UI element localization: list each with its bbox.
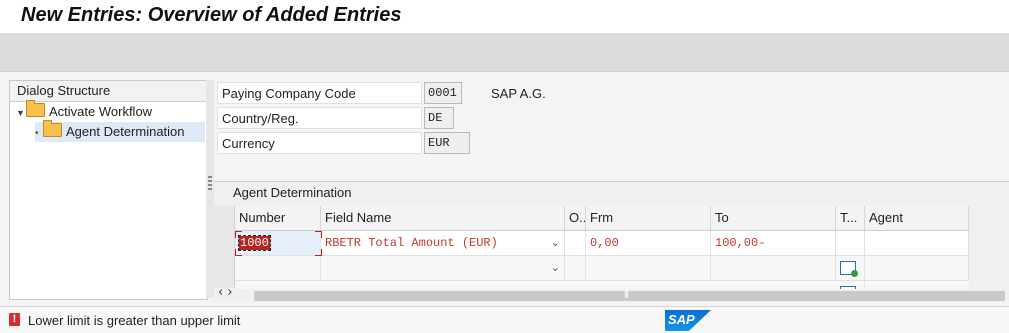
field-name-dropdown[interactable]: ⌄ bbox=[321, 256, 565, 280]
to-input[interactable]: 100,00- bbox=[711, 231, 836, 255]
folder-icon bbox=[26, 100, 45, 117]
company-name: SAP A.G. bbox=[491, 86, 546, 101]
sap-logo: SAP bbox=[665, 310, 711, 331]
column-header-operator[interactable]: O.. bbox=[565, 206, 586, 230]
table-row: 1000 RBETR Total Amount (EUR) ⌄ 0,00 100… bbox=[235, 231, 969, 256]
operator-cell[interactable] bbox=[565, 231, 586, 255]
country-region-field: DE bbox=[424, 107, 454, 129]
field-name-value: RBETR Total Amount (EUR) bbox=[325, 236, 498, 250]
row-selector-column[interactable] bbox=[214, 206, 235, 288]
currency-field: EUR bbox=[424, 132, 470, 154]
from-input[interactable] bbox=[586, 256, 711, 280]
table-header: Number Field Name O.. Frm To T... Agent bbox=[235, 206, 969, 231]
page-title: New Entries: Overview of Added Entries bbox=[21, 4, 402, 26]
scrollbar-grip-icon: ||| bbox=[624, 288, 629, 298]
to-input[interactable] bbox=[711, 256, 836, 280]
column-header-field-name[interactable]: Field Name bbox=[321, 206, 565, 230]
scrollbar-track[interactable]: ||| bbox=[254, 288, 1005, 301]
title-bar: New Entries: Overview of Added Entries bbox=[0, 0, 1009, 33]
error-icon: ! bbox=[9, 313, 20, 326]
open-folder-icon bbox=[43, 120, 62, 137]
agent-assignment-icon[interactable] bbox=[840, 260, 858, 277]
tree-item-label: Agent Determination bbox=[66, 124, 185, 139]
column-header-from[interactable]: Frm bbox=[586, 206, 711, 230]
paying-company-code-label: Paying Company Code bbox=[217, 82, 422, 104]
application-toolbar bbox=[0, 33, 1009, 72]
chevron-down-icon[interactable]: ⌄ bbox=[551, 256, 560, 280]
splitter-grip-icon bbox=[208, 188, 212, 190]
field-name-dropdown[interactable]: RBETR Total Amount (EUR) ⌄ bbox=[321, 231, 565, 255]
scroll-arrows-icon[interactable]: ‹ › bbox=[218, 285, 233, 300]
paying-company-code-field: 0001 bbox=[424, 82, 462, 104]
column-header-number[interactable]: Number bbox=[235, 206, 321, 230]
dialog-structure-header: Dialog Structure bbox=[10, 81, 207, 102]
table-title: Agent Determination bbox=[233, 185, 352, 200]
column-header-to[interactable]: To bbox=[711, 206, 836, 230]
splitter-grip-icon bbox=[208, 180, 212, 182]
dialog-structure-panel: Dialog Structure ▼ Activate Workflow • Age… bbox=[9, 80, 208, 300]
splitter-grip-icon bbox=[208, 176, 212, 178]
agent-cell[interactable] bbox=[865, 231, 969, 255]
tree-item-agent-determination[interactable]: • Agent Determination bbox=[35, 120, 205, 142]
agent-cell[interactable] bbox=[865, 256, 969, 280]
status-message[interactable]: Lower limit is greater than upper limit bbox=[28, 313, 240, 328]
operator-cell[interactable] bbox=[565, 256, 586, 280]
agent-determination-table-panel: Agent Determination Number Field Name O.… bbox=[214, 181, 1009, 302]
splitter-grip-icon bbox=[208, 184, 212, 186]
horizontal-scrollbar[interactable]: ‹ › ||| bbox=[214, 285, 1009, 302]
column-header-agent[interactable]: Agent bbox=[865, 206, 969, 230]
tree-item-label: Activate Workflow bbox=[49, 104, 153, 119]
panel-splitter[interactable] bbox=[206, 80, 214, 298]
expand-caret-icon[interactable]: ▼ bbox=[16, 103, 26, 123]
status-bar: ! Lower limit is greater than upper limi… bbox=[0, 306, 1009, 333]
logo-text: SAP bbox=[668, 312, 695, 327]
from-input[interactable]: 0,00 bbox=[586, 231, 711, 255]
tree-item-activate-workflow[interactable]: ▼ Activate Workflow bbox=[16, 100, 153, 123]
number-input[interactable]: 1000 bbox=[235, 231, 321, 255]
table-row: ⌄ bbox=[235, 256, 969, 281]
number-input[interactable] bbox=[235, 256, 321, 280]
error-marker bbox=[235, 231, 242, 238]
column-header-type[interactable]: T... bbox=[836, 206, 865, 230]
chevron-down-icon[interactable]: ⌄ bbox=[551, 231, 560, 255]
country-region-label: Country/Reg. bbox=[217, 107, 422, 129]
error-marker bbox=[235, 249, 242, 256]
bullet-icon: • bbox=[35, 128, 39, 139]
type-cell[interactable] bbox=[836, 256, 865, 280]
currency-label: Currency bbox=[217, 132, 422, 154]
type-cell[interactable] bbox=[836, 231, 865, 255]
number-value: 1000 bbox=[238, 235, 271, 251]
